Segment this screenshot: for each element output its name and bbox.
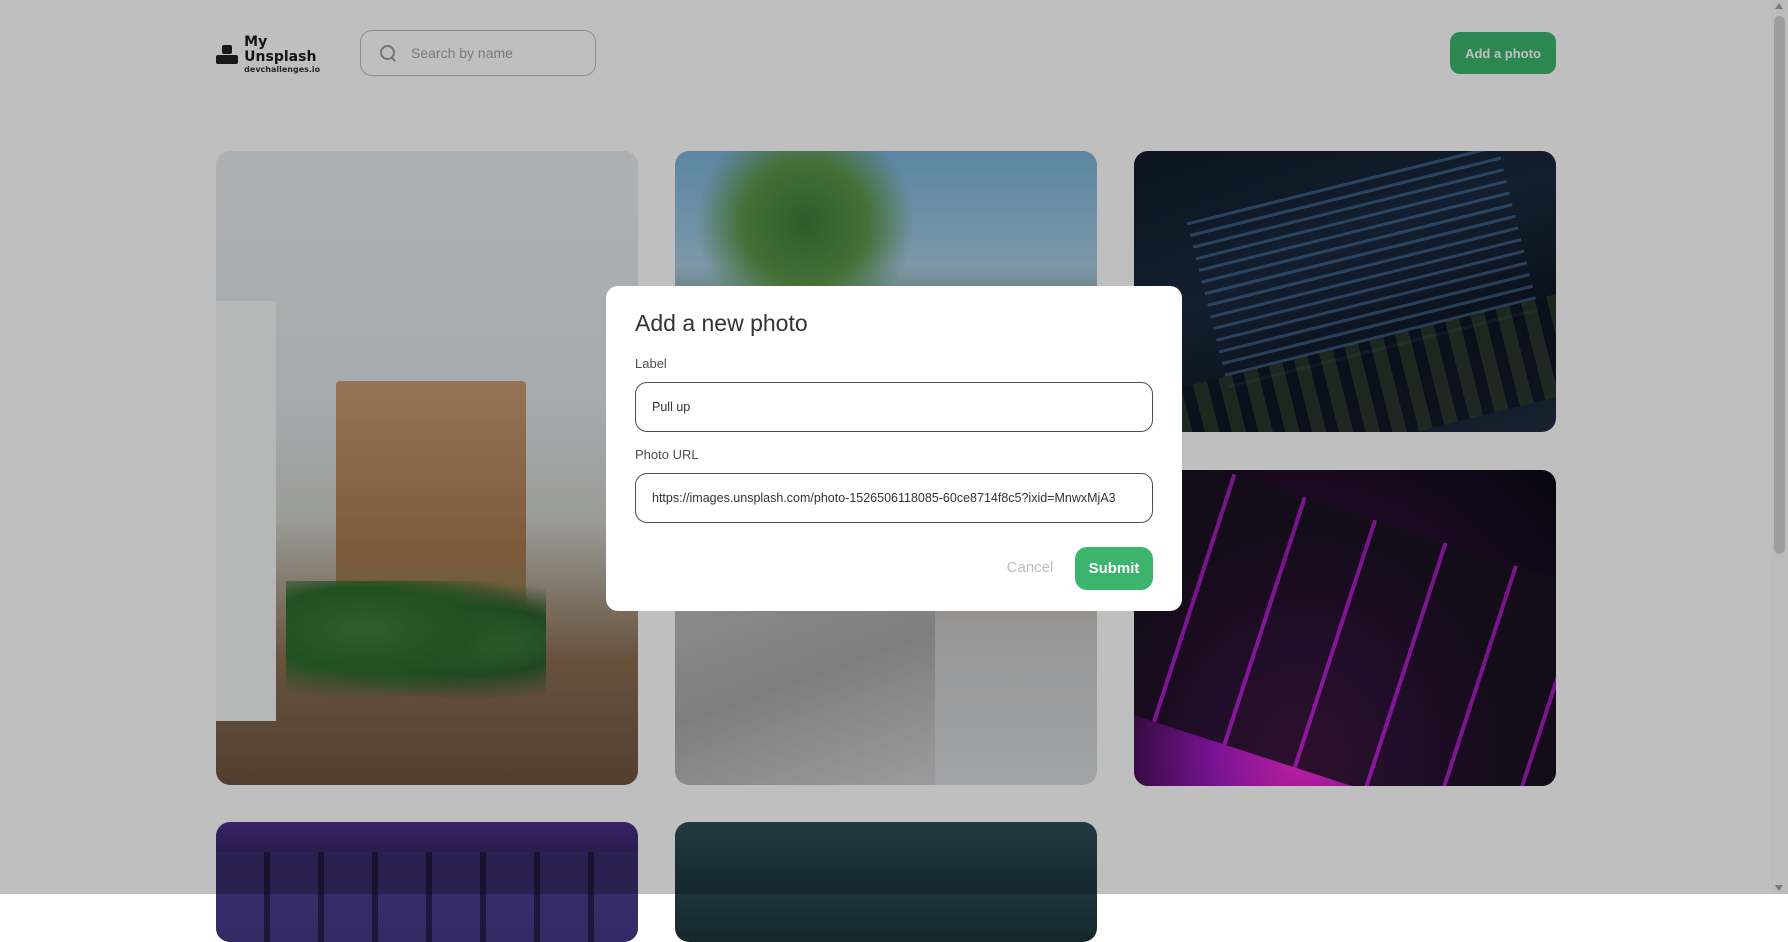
photo-url-field-label: Photo URL [635,447,699,462]
label-field-label: Label [635,356,667,371]
photo-url-input[interactable] [635,473,1153,523]
add-photo-modal: Add a new photo Label Photo URL Cancel S… [606,286,1182,611]
scroll-up-arrow-icon[interactable] [1775,3,1783,9]
scroll-down-arrow-icon[interactable] [1775,885,1783,891]
submit-button[interactable]: Submit [1075,547,1153,590]
modal-title: Add a new photo [635,310,808,336]
cancel-button[interactable]: Cancel [1000,547,1060,587]
scrollbar[interactable] [1771,0,1788,894]
page: My Unsplash devchallenges.io Add a photo… [0,0,1788,942]
label-input[interactable] [635,382,1153,432]
scrollbar-thumb[interactable] [1774,16,1785,554]
